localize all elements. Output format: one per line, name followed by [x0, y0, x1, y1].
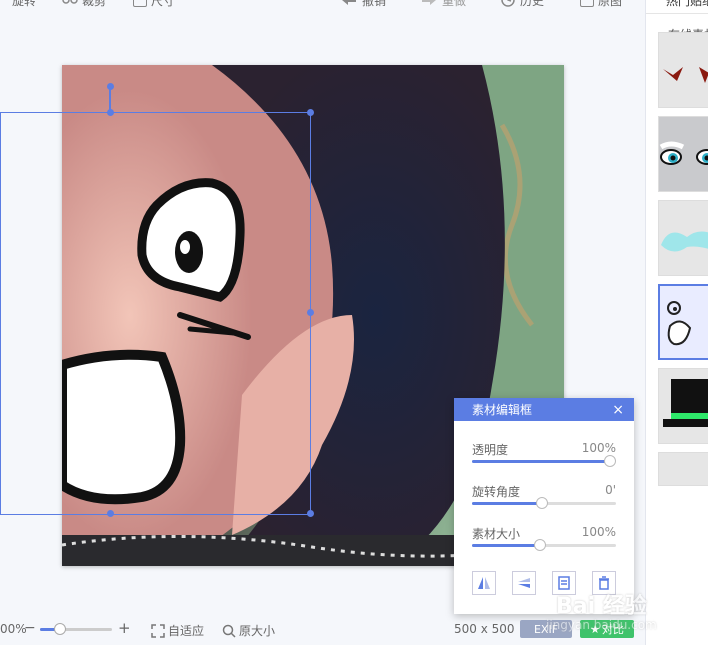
rotation-label: 旋转角度: [472, 485, 521, 499]
mustache-sticker-icon: [659, 201, 708, 275]
crop-label: 裁剪: [82, 0, 107, 8]
scale-slider-knob[interactable]: [534, 539, 546, 551]
scale-value: 100%: [581, 525, 616, 539]
cartoon-eyes-sticker-icon: [659, 117, 708, 191]
opacity-slider-fill: [472, 460, 610, 463]
redo-label: 重做: [442, 0, 467, 8]
zoom-percent: 00%: [0, 622, 27, 636]
redo-button[interactable]: 重做: [420, 0, 466, 8]
tab-hot-stickers[interactable]: 热门贴纸: [666, 0, 708, 9]
undo-label: 撤销: [362, 0, 387, 8]
magnifier-icon: [222, 624, 236, 638]
scale-slider-fill: [472, 544, 540, 547]
resize-handle-bottom-right[interactable]: [307, 510, 314, 517]
history-button[interactable]: 历史: [500, 0, 544, 8]
sticker-panel: 热门贴纸 在线素材: [645, 0, 708, 645]
rotate-handle-stem: [109, 87, 111, 111]
sticker-thumb-more[interactable]: [658, 452, 708, 486]
sticker-thumb-bowtie[interactable]: [658, 32, 708, 108]
sticker-thumb-eyes[interactable]: [658, 116, 708, 192]
rotation-slider-fill: [472, 502, 542, 505]
size-button[interactable]: 尺寸: [133, 0, 175, 8]
size-label: 尺寸: [151, 0, 176, 8]
compare-button[interactable]: ★ 对比: [580, 620, 634, 638]
opacity-slider[interactable]: [472, 455, 616, 467]
resize-handle-right[interactable]: [307, 309, 314, 316]
undo-icon: [342, 0, 356, 5]
fit-label: 自适应: [168, 624, 205, 638]
image-dimensions: 500 x 500: [454, 622, 515, 636]
original-button[interactable]: 原图: [580, 0, 622, 8]
dialog-header: 素材编辑框 ×: [454, 398, 634, 421]
top-hat-sticker-icon: [659, 369, 708, 443]
sticker-thumb-mustache[interactable]: [658, 200, 708, 276]
flip-horizontal-icon: [478, 577, 490, 589]
rotation-value: 0': [605, 483, 616, 497]
rotate-handle[interactable]: [107, 83, 114, 90]
scale-label: 素材大小: [472, 527, 521, 541]
compare-label: 对比: [601, 623, 624, 636]
crop-icon: [62, 0, 78, 4]
delete-button[interactable]: [592, 571, 616, 595]
actual-size-label: 原大小: [239, 624, 276, 638]
layer-button[interactable]: [552, 571, 576, 595]
zoom-slider-knob[interactable]: [54, 623, 66, 635]
opacity-value: 100%: [581, 441, 616, 455]
top-toolbar: 旋转 裁剪 尺寸 撤销 重做 历史 原图: [0, 0, 645, 12]
cartoon-face-sticker-icon: [667, 301, 692, 346]
size-icon: [133, 0, 147, 7]
material-edit-dialog: 素材编辑框 × 透明度 100% 旋转角度 0' 素材大小 100%: [454, 398, 634, 614]
actual-size-button[interactable]: 原大小: [222, 622, 275, 639]
trash-icon: [599, 576, 609, 590]
clock-icon: [501, 0, 515, 7]
sticker-selection-frame[interactable]: [0, 83, 314, 517]
rotate-label: 旋转: [12, 0, 37, 8]
star-icon: ★: [590, 622, 600, 636]
history-label: 历史: [520, 0, 545, 8]
close-icon[interactable]: ×: [612, 403, 624, 417]
sticker-thumb-tophat[interactable]: [658, 368, 708, 444]
resize-handle-bottom[interactable]: [107, 510, 114, 517]
resize-handle-top-right[interactable]: [307, 109, 314, 116]
dialog-title: 素材编辑框: [472, 403, 533, 417]
rotation-slider[interactable]: [472, 497, 616, 509]
scale-slider[interactable]: [472, 539, 616, 551]
zoom-out-button[interactable]: −: [24, 620, 36, 636]
opacity-label: 透明度: [472, 443, 509, 457]
crop-button[interactable]: 裁剪: [62, 0, 106, 8]
opacity-slider-knob[interactable]: [604, 455, 616, 467]
bowtie-sticker-icon: [663, 67, 708, 83]
exif-label: EXIF: [533, 622, 559, 636]
zoom-in-button[interactable]: +: [118, 619, 131, 637]
flip-vertical-icon: [518, 578, 530, 588]
redo-icon: [422, 0, 436, 5]
flip-vertical-button[interactable]: [512, 571, 536, 595]
sticker-tabs: 热门贴纸: [646, 0, 708, 14]
flip-horizontal-button[interactable]: [472, 571, 496, 595]
fit-icon: [151, 623, 165, 638]
rotate-button[interactable]: 旋转: [12, 0, 36, 8]
undo-button[interactable]: 撤销: [340, 0, 386, 8]
sticker-thumb-face[interactable]: [658, 284, 708, 360]
bottom-status-bar: 00% − + 自适应 原大小 500 x 500 EXIF ★ 对比: [0, 618, 645, 642]
original-label: 原图: [598, 0, 623, 8]
exif-button[interactable]: EXIF: [520, 620, 572, 638]
image-icon: [580, 0, 594, 7]
fit-to-window-button[interactable]: 自适应: [151, 622, 204, 639]
rotation-slider-knob[interactable]: [536, 497, 548, 509]
layer-icon: [558, 576, 570, 590]
zoom-slider[interactable]: [40, 623, 112, 635]
